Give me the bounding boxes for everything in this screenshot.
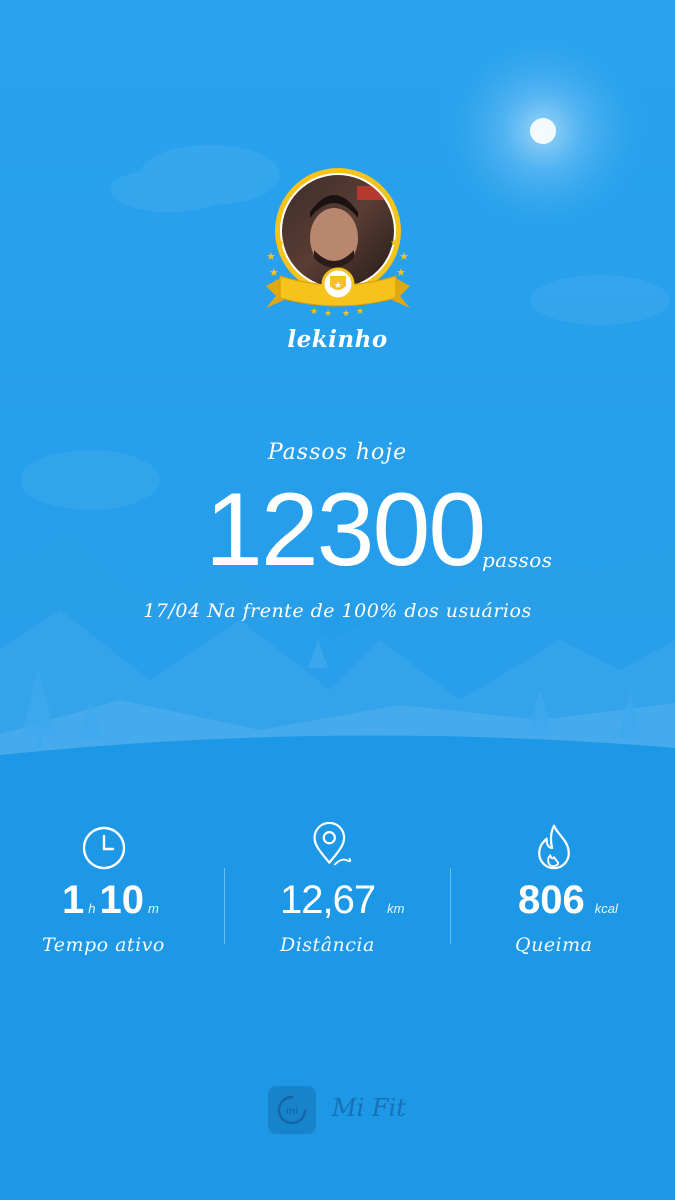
svg-text:★: ★ bbox=[276, 238, 285, 249]
svg-text:★: ★ bbox=[356, 307, 364, 317]
burn-label: Queima bbox=[515, 934, 593, 956]
steps-unit: passos bbox=[482, 548, 553, 572]
burn-value: 806 bbox=[518, 878, 585, 922]
active-time-label: Tempo ativo bbox=[42, 934, 165, 956]
steps-rank-text: 17/04 Na frente de 100% dos usuários bbox=[143, 600, 532, 622]
distance-unit: km bbox=[387, 901, 405, 916]
svg-text:★: ★ bbox=[342, 309, 350, 319]
mi-logo-text: mi bbox=[286, 1106, 299, 1117]
active-time-minutes: 10 bbox=[99, 878, 144, 922]
flame-icon bbox=[538, 824, 570, 870]
active-time-hours-unit: h bbox=[88, 901, 96, 916]
svg-text:★: ★ bbox=[399, 250, 409, 263]
username: lekinho bbox=[287, 326, 388, 353]
distance-label: Distância bbox=[280, 934, 375, 956]
app-name: Mi Fit bbox=[332, 1094, 406, 1122]
active-time-hours: 1 bbox=[62, 878, 85, 922]
burn-unit: kcal bbox=[594, 901, 618, 916]
user-avatar-badge[interactable]: ★ ★ ★ ★ ★ ★ ★ ★ ★ ★ ★ bbox=[262, 168, 414, 320]
active-time-minutes-unit: m bbox=[147, 901, 159, 916]
mi-logo-icon: mi bbox=[268, 1086, 316, 1134]
steps-count[interactable]: 12300 bbox=[205, 470, 486, 590]
svg-text:★: ★ bbox=[310, 307, 318, 317]
svg-text:★: ★ bbox=[266, 250, 276, 263]
distance-value: 12,67 bbox=[280, 878, 376, 922]
stat-divider bbox=[450, 868, 451, 944]
avatar: ★ ★ ★ ★ ★ ★ ★ ★ ★ ★ ★ bbox=[266, 168, 410, 319]
clock-icon bbox=[82, 826, 126, 870]
location-pin-icon bbox=[313, 822, 352, 866]
distance-value-row: 12,67 km bbox=[280, 878, 408, 923]
svg-text:★: ★ bbox=[269, 266, 279, 279]
burn-value-row: 806 kcal bbox=[518, 878, 622, 923]
svg-text:★: ★ bbox=[390, 238, 399, 249]
sun bbox=[530, 118, 556, 144]
svg-text:★: ★ bbox=[334, 281, 342, 291]
svg-text:★: ★ bbox=[396, 266, 406, 279]
active-time-value: 1 h 10 m bbox=[62, 878, 163, 923]
svg-text:★: ★ bbox=[324, 309, 332, 319]
steps-title: Passos hoje bbox=[267, 440, 408, 465]
stat-divider bbox=[224, 868, 225, 944]
